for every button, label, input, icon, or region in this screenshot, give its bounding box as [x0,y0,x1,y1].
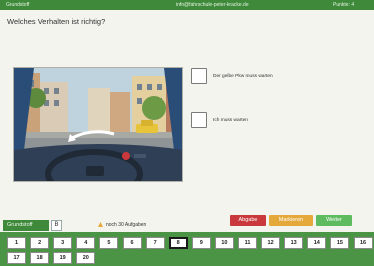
question-navigation: 1 2 3 4 5 6 7 8 9 10 11 12 13 14 15 16 17 18 19 20 [0,232,374,266]
question-text: Welches Verhalten ist richtig? [7,17,106,26]
question-button-19[interactable]: 19 [53,252,73,264]
question-button-6[interactable]: 6 [122,237,142,249]
question-button-4[interactable]: 4 [76,237,96,249]
question-button-16[interactable]: 16 [353,237,373,249]
question-button-5[interactable]: 5 [99,237,119,249]
question-button-1[interactable]: 1 [7,237,26,249]
tab-grundstoff[interactable]: Grundstoff [3,220,49,231]
answer-checkbox-2[interactable] [191,112,207,128]
question-button-9[interactable]: 9 [191,237,211,249]
question-button-2[interactable]: 2 [30,237,50,249]
question-button-10[interactable]: 10 [214,237,234,249]
question-button-14[interactable]: 14 [307,237,327,249]
question-button-12[interactable]: 12 [261,237,281,249]
submit-button[interactable]: Abgabe [230,215,266,226]
top-bar: Grundstoff info@fahrschule-peter-kracke.… [0,0,374,10]
question-button-13[interactable]: 13 [284,237,304,249]
remaining-tasks-label: noch 30 Aufgaben [106,222,147,228]
question-button-20[interactable]: 20 [76,252,96,264]
question-button-18[interactable]: 18 [30,252,50,264]
question-button-17[interactable]: 17 [7,252,26,264]
question-button-8[interactable]: 8 [168,237,188,249]
answer-label-1: Der gelbe Pkw muss warten [213,74,273,79]
answer-checkbox-1[interactable] [191,68,207,84]
question-button-3[interactable]: 3 [53,237,73,249]
street-scene-illustration [14,68,182,181]
question-button-15[interactable]: 15 [330,237,350,249]
tab-class-b[interactable]: B [51,220,62,231]
answer-label-2: Ich muss warten [213,118,248,123]
contact-email[interactable]: info@fahrschule-peter-kracke.de [176,2,249,8]
warning-icon [98,222,103,227]
question-image [13,67,183,182]
mark-button[interactable]: Markieren [269,215,313,226]
section-title: Grundstoff [6,2,30,8]
question-button-7[interactable]: 7 [145,237,165,249]
next-button[interactable]: Weiter [316,215,352,226]
question-button-11[interactable]: 11 [238,237,257,249]
points-label: Punkte: 4 [333,2,355,8]
